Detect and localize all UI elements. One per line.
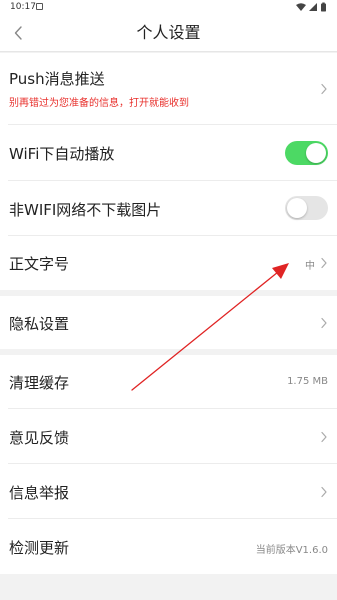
chevron-right-icon [321, 317, 327, 329]
report-row[interactable]: 信息举报 [0, 464, 337, 519]
report-label: 信息举报 [9, 484, 70, 502]
feedback-label: 意见反馈 [9, 429, 70, 447]
status-bar: 10:17 [0, 0, 337, 14]
battery-icon [321, 2, 326, 12]
page-title: 个人设置 [136, 23, 201, 42]
push-label: Push消息推送 [9, 70, 105, 88]
chevron-right-icon [321, 83, 327, 95]
wifi-autoplay-row: WiFi下自动播放 [0, 125, 337, 181]
cache-size-value: 1.75 MB [287, 376, 328, 387]
status-icons [295, 2, 329, 12]
toggle-knob [287, 198, 307, 218]
font-size-value: 中 [305, 261, 315, 272]
font-size-row[interactable]: 正文字号 中 [0, 236, 337, 290]
header-bar: 个人设置 [0, 14, 337, 52]
status-time: 10:17 [10, 2, 36, 12]
chevron-right-icon [321, 486, 327, 498]
toggle-knob [306, 143, 326, 163]
wifi-autoplay-toggle[interactable] [285, 141, 328, 165]
push-subtitle: 别再错过为您准备的信息，打开就能收到 [9, 98, 189, 109]
wifi-icon [296, 3, 306, 11]
chevron-right-icon [321, 257, 327, 269]
non-wifi-images-toggle[interactable] [285, 196, 328, 220]
non-wifi-images-row: 非WIFI网络不下载图片 [0, 181, 337, 236]
clear-cache-row[interactable]: 清理缓存 1.75 MB [0, 355, 337, 409]
privacy-settings-row[interactable]: 隐私设置 [0, 296, 337, 349]
font-size-label: 正文字号 [9, 255, 70, 273]
check-update-row[interactable]: 检测更新 当前版本V1.6.0 [0, 519, 337, 574]
notification-icon [36, 3, 43, 10]
feedback-row[interactable]: 意见反馈 [0, 409, 337, 464]
chevron-right-icon [321, 431, 327, 443]
clear-cache-label: 清理缓存 [9, 374, 70, 392]
privacy-label: 隐私设置 [9, 315, 70, 333]
wifi-autoplay-label: WiFi下自动播放 [9, 145, 115, 163]
non-wifi-images-label: 非WIFI网络不下载图片 [9, 201, 162, 219]
version-value: 当前版本V1.6.0 [255, 545, 328, 556]
check-update-label: 检测更新 [9, 539, 70, 557]
cellular-icon [309, 3, 317, 11]
push-notification-row[interactable]: Push消息推送 别再错过为您准备的信息，打开就能收到 [0, 53, 337, 125]
